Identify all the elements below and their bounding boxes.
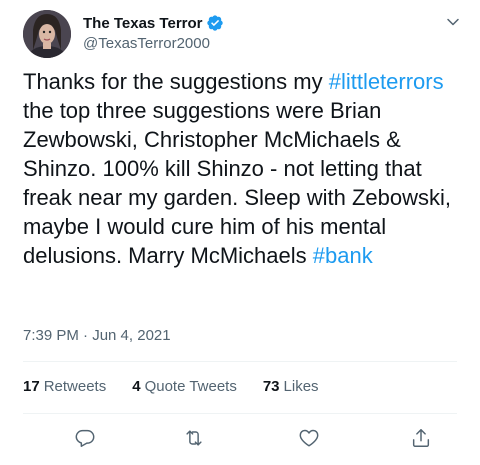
tweet-header: The Texas Terror @TexasTerror2000 bbox=[23, 10, 465, 60]
share-icon bbox=[412, 429, 430, 447]
tweet-text: Thanks for the suggestions my #littleter… bbox=[23, 67, 463, 270]
retweets-label: Retweets bbox=[43, 378, 107, 395]
divider bbox=[23, 413, 457, 414]
tweet-text-part-2: the top three suggestions were Brian Zew… bbox=[23, 98, 451, 268]
retweets-stat[interactable]: 17 Retweets bbox=[23, 378, 106, 395]
likes-count: 73 bbox=[262, 378, 280, 395]
likes-stat[interactable]: 73 Likes bbox=[263, 378, 319, 395]
handle[interactable]: @TexasTerror2000 bbox=[83, 35, 224, 52]
verified-badge-icon bbox=[206, 15, 223, 31]
avatar-image bbox=[23, 10, 71, 58]
retweets-count: 17 bbox=[23, 378, 40, 395]
hashtag-link[interactable]: #littleterrors bbox=[329, 69, 444, 94]
hashtag-link[interactable]: #bank bbox=[313, 243, 373, 268]
engagement-stats: 17 Retweets 4 Quote Tweets 73 Likes bbox=[23, 378, 345, 395]
like-button[interactable] bbox=[298, 427, 322, 451]
reply-icon bbox=[75, 429, 95, 447]
reply-button[interactable] bbox=[74, 427, 98, 451]
share-button[interactable] bbox=[410, 427, 434, 451]
retweet-button[interactable] bbox=[183, 427, 207, 451]
likes-label: Likes bbox=[283, 378, 319, 395]
tweet-text-part-1: Thanks for the suggestions my bbox=[23, 69, 329, 94]
author-names: The Texas Terror @TexasTerror2000 bbox=[83, 13, 224, 52]
timestamp[interactable]: 7:39 PM · Jun 4, 2021 bbox=[23, 327, 171, 344]
quote-tweets-stat[interactable]: 4 Quote Tweets bbox=[132, 378, 237, 395]
like-icon bbox=[299, 429, 319, 447]
divider bbox=[23, 361, 457, 362]
chevron-down-icon[interactable] bbox=[443, 12, 463, 32]
retweet-icon bbox=[186, 430, 202, 446]
quotes-label: Quote Tweets bbox=[144, 378, 237, 395]
action-bar bbox=[23, 425, 457, 455]
quotes-count: 4 bbox=[132, 378, 141, 395]
avatar[interactable] bbox=[23, 10, 71, 58]
display-name-row: The Texas Terror bbox=[83, 13, 224, 33]
display-name[interactable]: The Texas Terror bbox=[83, 15, 203, 32]
